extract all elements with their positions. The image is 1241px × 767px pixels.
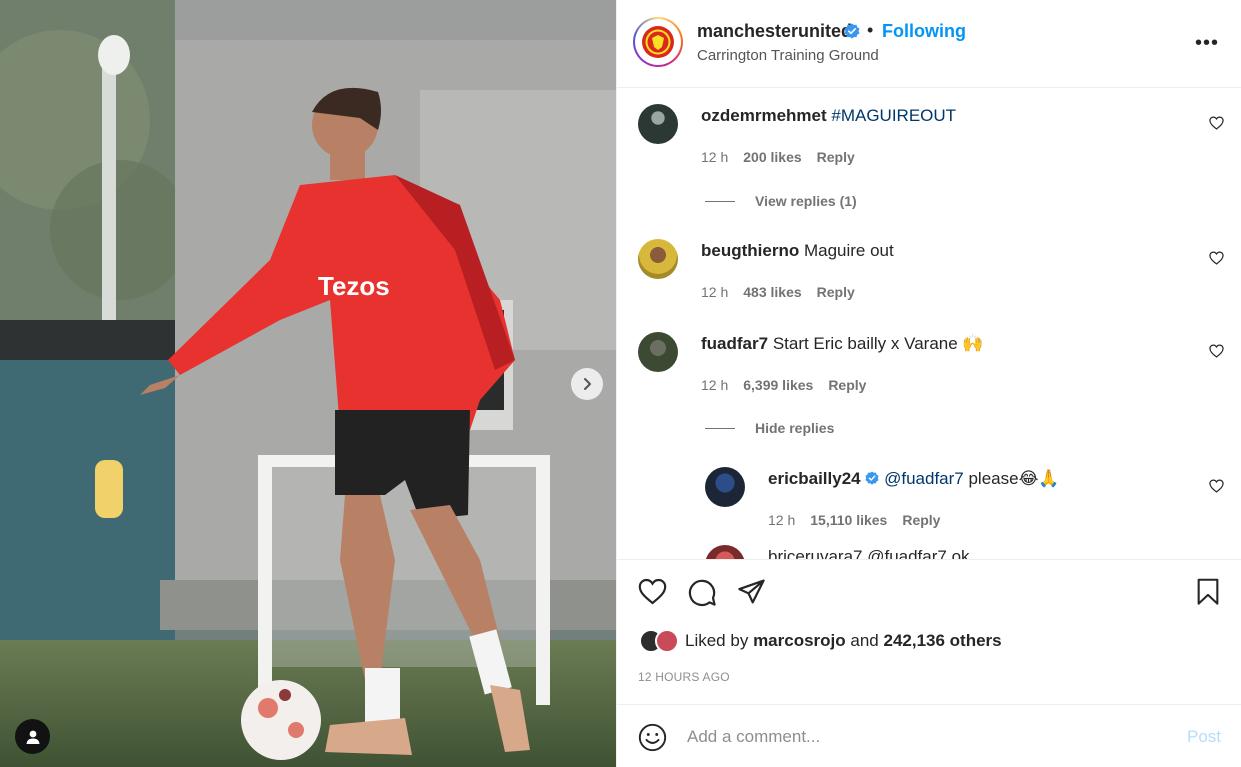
comment-hashtag[interactable]: #MAGUIREOUT — [831, 106, 956, 125]
likes-count[interactable]: 242,136 others — [884, 631, 1002, 650]
reply-reply-button[interactable]: Reply — [902, 512, 940, 528]
view-replies-label: View replies (1) — [755, 193, 857, 209]
view-replies-toggle[interactable]: View replies (1) — [705, 193, 857, 209]
comment-likes[interactable]: 483 likes — [743, 284, 801, 300]
verified-badge-icon — [865, 471, 879, 485]
add-comment-bar: Post — [617, 704, 1241, 767]
header-separator: • — [867, 20, 874, 40]
comment-text: Maguire out — [803, 241, 894, 260]
post-comment-button[interactable]: Post — [1187, 727, 1221, 747]
hide-replies-toggle[interactable]: Hide replies — [705, 420, 834, 436]
replier-avatar[interactable] — [705, 545, 745, 559]
reply-time[interactable]: 12 h — [768, 512, 795, 528]
hide-replies-label: Hide replies — [755, 420, 835, 436]
comment-text-row: fuadfar7 Start Eric bailly x Varane 🙌 — [701, 334, 984, 354]
tagged-users-button[interactable] — [15, 719, 50, 754]
author-avatar[interactable] — [633, 17, 683, 67]
comment-meta: 12 h 483 likes Reply — [701, 284, 870, 300]
likes-summary: Liked by marcosrojo and 242,136 others — [639, 629, 1002, 653]
post-actions: Liked by marcosrojo and 242,136 others 1… — [617, 559, 1241, 704]
following-button[interactable]: Following — [882, 21, 966, 42]
comment-reply-button[interactable]: Reply — [817, 284, 855, 300]
comment-time[interactable]: 12 h — [701, 284, 728, 300]
reply-username[interactable]: ericbailly24 — [768, 469, 861, 488]
comment-input[interactable] — [687, 723, 1167, 751]
post-header: manchesterunited • Following Carrington … — [617, 0, 1241, 88]
post-location[interactable]: Carrington Training Ground — [697, 47, 879, 64]
heart-icon[interactable] — [1209, 479, 1224, 493]
comment-username[interactable]: fuadfar7 — [701, 334, 768, 353]
training-photo: Tezos — [0, 0, 616, 767]
likes-middle: and — [850, 631, 879, 650]
post-photo[interactable]: Tezos — [0, 0, 616, 767]
reply-text-row: briceruvara7 @fuadfar7 ok — [768, 547, 970, 559]
heart-icon[interactable] — [1209, 344, 1224, 358]
club-crest-logo — [642, 26, 674, 58]
comment-time[interactable]: 12 h — [701, 149, 728, 165]
liker-avatar[interactable] — [655, 629, 679, 653]
heart-icon[interactable] — [638, 578, 667, 605]
comment-reply-button[interactable]: Reply — [817, 149, 855, 165]
reply-text-partial: briceruvara7 @fuadfar7 ok — [768, 547, 970, 559]
next-image-button[interactable] — [571, 368, 603, 400]
comment-username[interactable]: ozdemrmehmet — [701, 106, 827, 125]
share-icon[interactable] — [737, 578, 766, 605]
comments-list[interactable]: ozdemrmehmet #MAGUIREOUT 12 h 200 likes Re… — [617, 89, 1241, 559]
likes-text: Liked by marcosrojo and 242,136 others — [685, 631, 1002, 651]
comment-text-row: beugthierno Maguire out — [701, 241, 894, 261]
author-username[interactable]: manchesterunited — [697, 21, 852, 42]
verified-badge-icon — [844, 23, 860, 42]
comment-meta: 12 h 6,399 likes Reply — [701, 377, 881, 393]
commenter-avatar[interactable] — [638, 332, 678, 372]
svg-text:Tezos: Tezos — [318, 271, 390, 301]
emoji-icon[interactable] — [638, 723, 667, 752]
tagged-user-icon — [26, 730, 39, 744]
reply-text: please😂🙏 — [968, 469, 1060, 488]
reply-likes[interactable]: 15,110 likes — [810, 512, 887, 528]
heart-icon[interactable] — [1209, 251, 1224, 265]
comment-text-row: ozdemrmehmet #MAGUIREOUT — [701, 106, 956, 126]
comment-time[interactable]: 12 h — [701, 377, 728, 393]
comment-meta: 12 h 200 likes Reply — [701, 149, 870, 165]
comment-likes[interactable]: 200 likes — [743, 149, 801, 165]
commenter-avatar[interactable] — [638, 104, 678, 144]
replier-avatar[interactable] — [705, 467, 745, 507]
reply-text-row: ericbailly24 @fuadfar7 please😂🙏 — [768, 469, 1060, 489]
likes-prefix: Liked by — [685, 631, 749, 650]
bookmark-icon[interactable] — [1196, 578, 1220, 606]
liker-username[interactable]: marcosrojo — [753, 631, 846, 650]
comment-username[interactable]: beugthierno — [701, 241, 799, 260]
chevron-right-icon — [584, 378, 591, 390]
post-timestamp[interactable]: 12 HOURS AGO — [638, 670, 730, 684]
reply-mention[interactable]: @fuadfar7 — [884, 469, 964, 488]
post-side-panel: manchesterunited • Following Carrington … — [616, 0, 1241, 767]
comment-reply-button[interactable]: Reply — [828, 377, 866, 393]
comment-text: Start Eric bailly x Varane 🙌 — [772, 334, 984, 353]
comment-likes[interactable]: 6,399 likes — [743, 377, 813, 393]
reply-meta: 12 h 15,110 likes Reply — [768, 512, 955, 528]
heart-icon[interactable] — [1209, 116, 1224, 130]
comment-icon[interactable] — [688, 578, 717, 607]
more-options-icon[interactable]: ••• — [1195, 32, 1219, 55]
commenter-avatar[interactable] — [638, 239, 678, 279]
